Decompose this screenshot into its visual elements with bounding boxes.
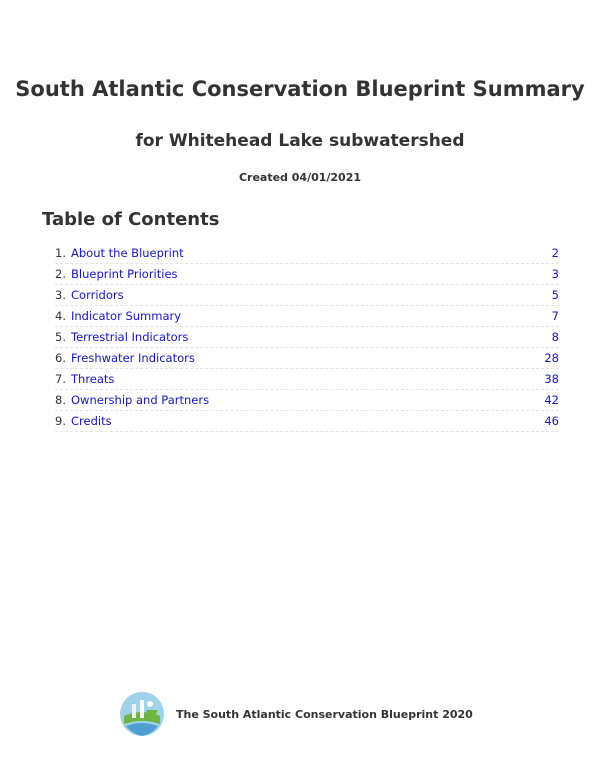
page-title: South Atlantic Conservation Blueprint Su… xyxy=(15,77,585,101)
toc-page-number[interactable]: 5 xyxy=(552,285,559,305)
toc-item-number: 5. xyxy=(55,330,66,344)
toc-link-indicator-summary[interactable]: Indicator Summary xyxy=(71,306,552,326)
page-footer: The South Atlantic Conservation Blueprin… xyxy=(118,690,473,738)
toc-page-number[interactable]: 38 xyxy=(544,369,559,389)
toc-page-number[interactable]: 8 xyxy=(552,327,559,347)
blueprint-logo-icon xyxy=(120,692,164,736)
created-date: Created 04/01/2021 xyxy=(238,171,362,184)
toc-item: 6. Freshwater Indicators 28 xyxy=(55,348,559,369)
toc-link-ownership-and-partners[interactable]: Ownership and Partners xyxy=(71,390,544,410)
toc-page-number[interactable]: 2 xyxy=(552,243,559,263)
toc-item: 4. Indicator Summary 7 xyxy=(55,306,559,327)
page-subtitle: for Whitehead Lake subwatershed xyxy=(135,131,465,151)
toc-item-number: 2. xyxy=(55,267,66,281)
toc-item: 9. Credits 46 xyxy=(55,411,559,432)
table-of-contents: 1. About the Blueprint 2 2. Blueprint Pr… xyxy=(55,243,559,432)
toc-page-number[interactable]: 7 xyxy=(552,306,559,326)
toc-link-blueprint-priorities[interactable]: Blueprint Priorities xyxy=(71,264,552,284)
toc-page-number[interactable]: 46 xyxy=(544,411,559,431)
toc-heading: Table of Contents xyxy=(42,209,220,230)
toc-item-number: 8. xyxy=(55,393,66,407)
toc-page-number[interactable]: 42 xyxy=(544,390,559,410)
footer-text: The South Atlantic Conservation Blueprin… xyxy=(176,707,473,721)
toc-link-credits[interactable]: Credits xyxy=(71,411,544,431)
toc-item: 1. About the Blueprint 2 xyxy=(55,243,559,264)
toc-item: 5. Terrestrial Indicators 8 xyxy=(55,327,559,348)
toc-item: 2. Blueprint Priorities 3 xyxy=(55,264,559,285)
toc-page-number[interactable]: 3 xyxy=(552,264,559,284)
toc-item-number: 7. xyxy=(55,372,66,386)
toc-link-freshwater-indicators[interactable]: Freshwater Indicators xyxy=(71,348,544,368)
toc-item: 7. Threats 38 xyxy=(55,369,559,390)
toc-item-number: 4. xyxy=(55,309,66,323)
toc-link-about-the-blueprint[interactable]: About the Blueprint xyxy=(71,243,552,263)
toc-item-number: 1. xyxy=(55,246,66,260)
toc-item-number: 3. xyxy=(55,288,66,302)
toc-item-number: 9. xyxy=(55,414,66,428)
toc-item-number: 6. xyxy=(55,351,66,365)
toc-item: 8. Ownership and Partners 42 xyxy=(55,390,559,411)
toc-item: 3. Corridors 5 xyxy=(55,285,559,306)
toc-link-terrestrial-indicators[interactable]: Terrestrial Indicators xyxy=(71,327,552,347)
toc-page-number[interactable]: 28 xyxy=(544,348,559,368)
toc-link-threats[interactable]: Threats xyxy=(71,369,544,389)
toc-link-corridors[interactable]: Corridors xyxy=(71,285,552,305)
